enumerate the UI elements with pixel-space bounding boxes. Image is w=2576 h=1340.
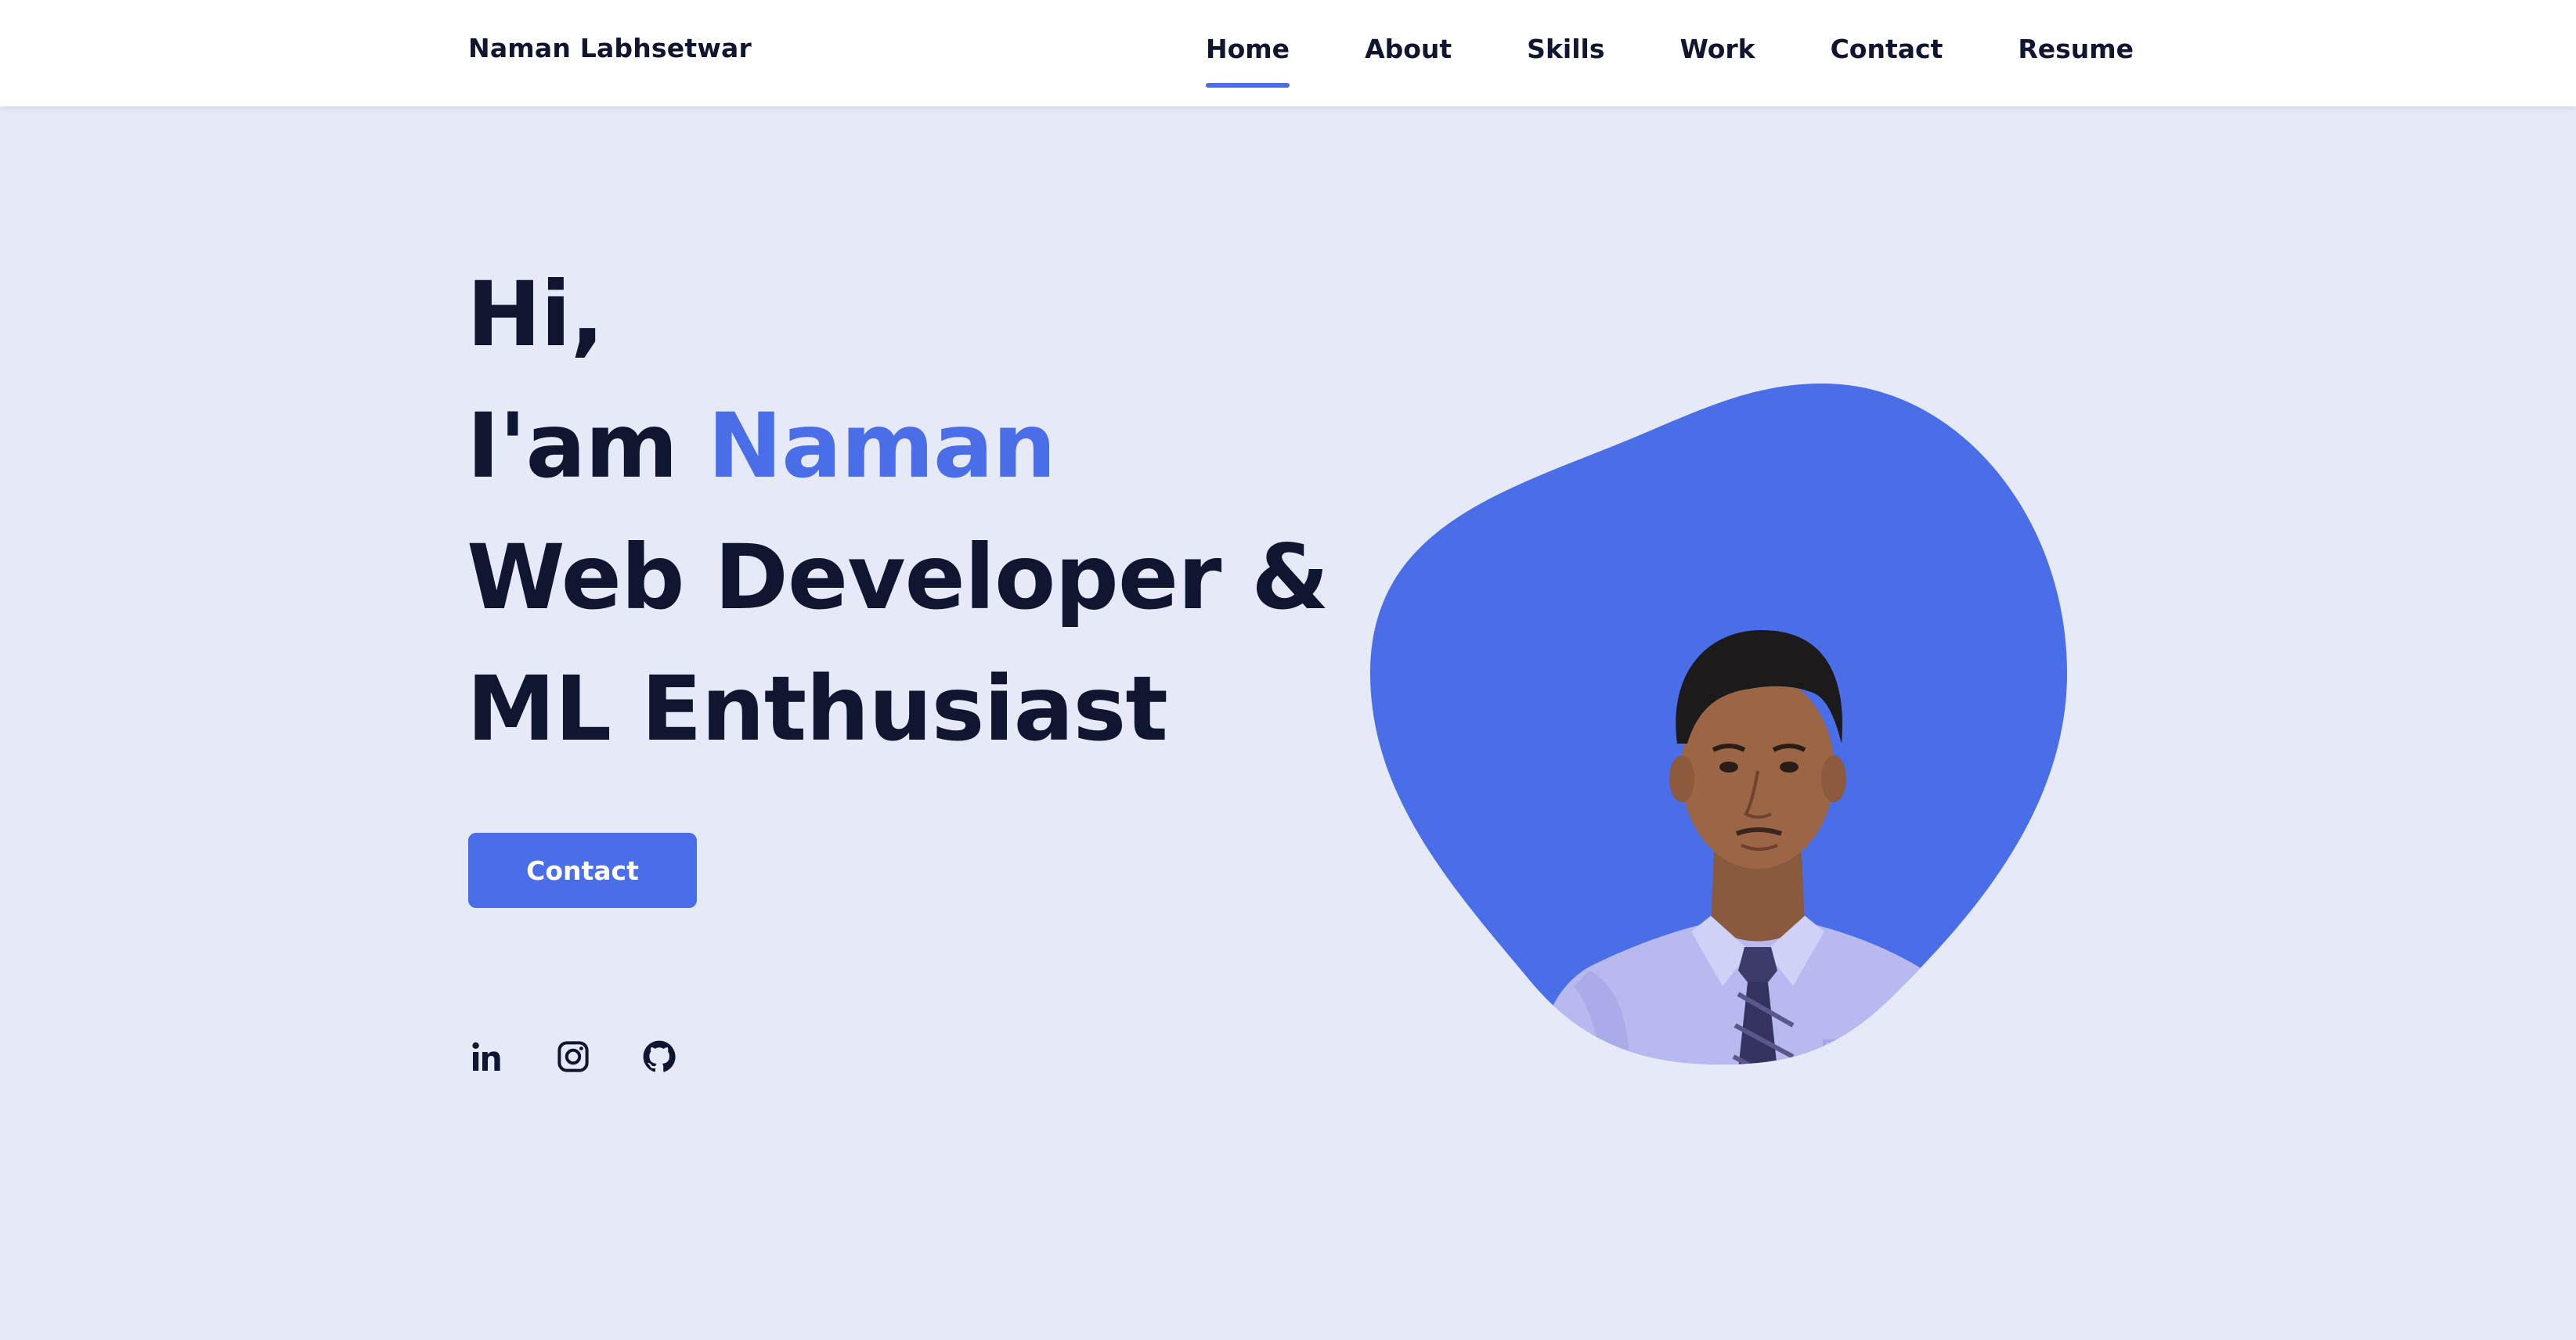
github-icon: [643, 1040, 676, 1072]
hero-role-line-2: ML Enthusiast: [467, 657, 1168, 761]
social-links: [468, 1038, 678, 1075]
hero-intro-prefix: I'am: [467, 394, 708, 498]
nav-contact[interactable]: Contact: [1831, 33, 1943, 66]
instagram-icon: [557, 1041, 589, 1072]
hero-greeting: Hi,: [467, 262, 604, 366]
nav-about[interactable]: About: [1365, 33, 1452, 66]
site-header: Naman Labhsetwar Home About Skills Work …: [0, 0, 2576, 106]
main-nav: Home About Skills Work Contact Resume: [1206, 33, 2134, 88]
linkedin-link[interactable]: [468, 1038, 506, 1075]
github-link[interactable]: [640, 1038, 678, 1075]
hero-role-line-1: Web Developer &: [467, 525, 1329, 629]
hero-heading: Hi, I'am Naman Web Developer & ML Enthus…: [467, 249, 1329, 775]
nav-home[interactable]: Home: [1206, 33, 1290, 88]
nav-work[interactable]: Work: [1679, 33, 1755, 66]
instagram-link[interactable]: [554, 1038, 592, 1075]
hero-name: Naman: [707, 394, 1056, 498]
site-logo[interactable]: Naman Labhsetwar: [468, 33, 752, 63]
contact-button[interactable]: Contact: [468, 833, 697, 908]
linkedin-icon: [472, 1042, 500, 1071]
hero-image: [1355, 376, 2091, 1080]
portrait-blob: [1370, 384, 2067, 1064]
nav-skills[interactable]: Skills: [1527, 33, 1604, 66]
nav-resume[interactable]: Resume: [2018, 33, 2134, 66]
hero-intro-line: I'am Naman: [467, 380, 1328, 512]
